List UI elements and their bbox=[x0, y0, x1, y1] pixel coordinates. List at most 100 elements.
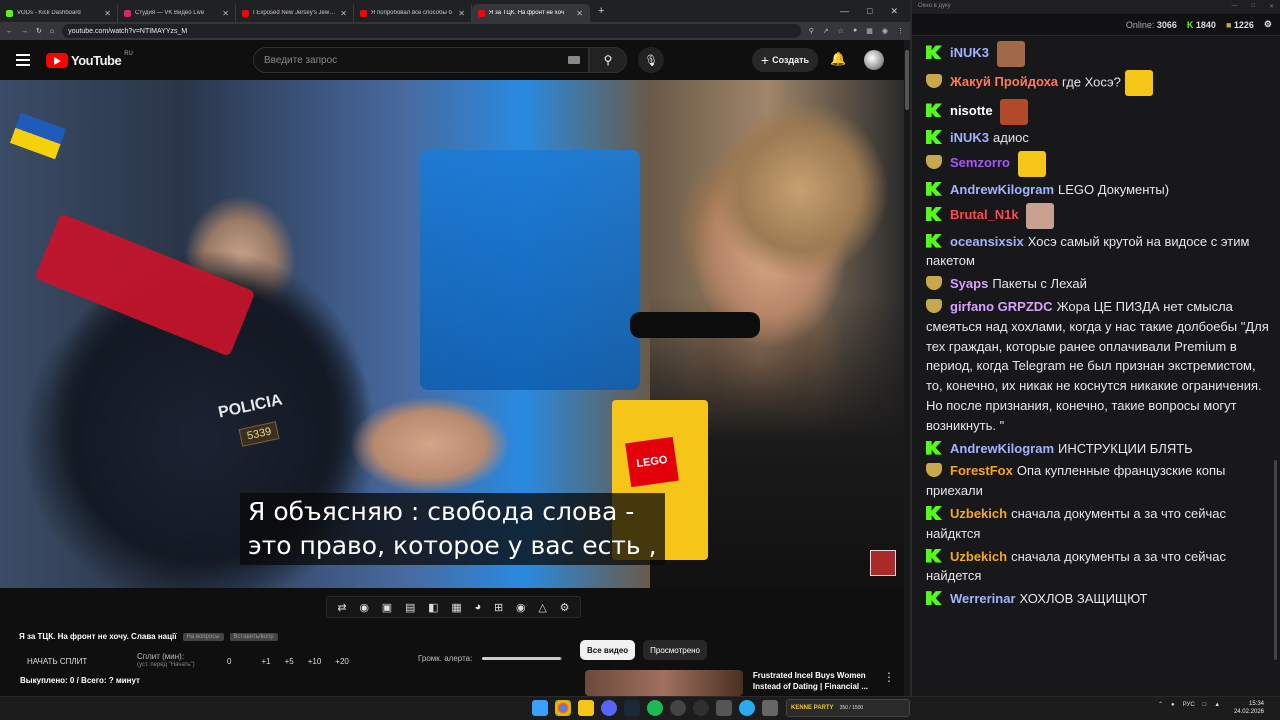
create-button[interactable]: + Создать bbox=[752, 48, 818, 72]
alert-volume-slider[interactable] bbox=[482, 657, 563, 660]
voice-search-button[interactable]: 🎙 bbox=[638, 47, 664, 73]
search-input[interactable]: Введите запрос bbox=[253, 47, 589, 73]
zoom-icon[interactable]: ⚲ bbox=[809, 27, 814, 35]
app-icon-7[interactable] bbox=[670, 700, 686, 716]
subtitles-icon[interactable]: ▦ bbox=[451, 601, 461, 614]
chat-username[interactable]: Semzorro bbox=[950, 155, 1010, 170]
recommended-video[interactable]: Frustrated Incel Buys Women Instead of D… bbox=[585, 670, 895, 696]
browser-tab[interactable]: Я за ТЦК. На фронт не хоч ✕ bbox=[472, 4, 590, 22]
title-chip-2[interactable]: Вставить/вопр bbox=[229, 632, 278, 641]
back-icon[interactable]: ← bbox=[6, 28, 13, 35]
tab-close-icon[interactable]: ✕ bbox=[222, 9, 229, 18]
chat-username[interactable]: AndrewKilogram bbox=[950, 182, 1054, 197]
audio-icon[interactable]: ◉ bbox=[359, 601, 369, 614]
filter-icon[interactable]: △ bbox=[538, 601, 546, 614]
home-icon[interactable]: ⌂ bbox=[50, 28, 54, 35]
avatar[interactable] bbox=[864, 50, 884, 70]
chat-username[interactable]: Жакуй Пройдоха bbox=[950, 74, 1058, 89]
star-icon[interactable]: ☆ bbox=[838, 27, 844, 35]
split-step-5[interactable]: +5 bbox=[285, 657, 294, 666]
recommended-thumbnail[interactable] bbox=[585, 670, 743, 696]
recommended-title[interactable]: Frustrated Incel Buys Women Instead of D… bbox=[753, 670, 873, 696]
app-icon-9[interactable] bbox=[716, 700, 732, 716]
chat-username[interactable]: iNUK3 bbox=[950, 130, 989, 145]
channel-watermark[interactable] bbox=[870, 550, 896, 576]
settings-gear-icon[interactable]: ⚙ bbox=[1264, 19, 1272, 30]
menu-hamburger-icon[interactable] bbox=[16, 54, 30, 66]
close-icon[interactable]: ✕ bbox=[890, 6, 898, 17]
start-icon[interactable] bbox=[532, 700, 548, 716]
chat-scrollbar[interactable] bbox=[1274, 40, 1278, 690]
keyboard-icon[interactable] bbox=[568, 56, 580, 64]
new-tab-button[interactable]: + bbox=[598, 5, 604, 17]
split-step-10[interactable]: +10 bbox=[308, 657, 322, 666]
obs-icon[interactable] bbox=[693, 700, 709, 716]
maximize-icon[interactable]: □ bbox=[867, 6, 872, 17]
browser-tab[interactable]: Студия — VK Видео Live ✕ bbox=[118, 4, 236, 22]
menu-icon[interactable]: ⋮ bbox=[897, 27, 904, 35]
scrollbar-thumb[interactable] bbox=[905, 50, 909, 110]
maximize-icon[interactable]: □ bbox=[1251, 3, 1255, 11]
chat-username[interactable]: girfano GRPZDC bbox=[950, 299, 1053, 314]
chat-username[interactable]: Uzbekich bbox=[950, 549, 1007, 564]
chat-username[interactable]: ForestFox bbox=[950, 463, 1013, 478]
forward-icon[interactable]: → bbox=[21, 28, 28, 35]
pip-icon[interactable]: ◧ bbox=[428, 601, 438, 614]
browser-tab[interactable]: I Exposed New Jersey's Jewish ✕ bbox=[236, 4, 354, 22]
chat-username[interactable]: Uzbekich bbox=[950, 506, 1007, 521]
share-icon[interactable]: ↗ bbox=[823, 27, 829, 35]
chat-username[interactable]: iNUK3 bbox=[950, 45, 989, 60]
start-split-button[interactable]: НАЧАТЬ СПЛИТ bbox=[27, 657, 137, 666]
minimize-icon[interactable]: — bbox=[1231, 3, 1237, 11]
volume-icon[interactable]: ▲ bbox=[1214, 702, 1220, 708]
chrome-icon[interactable] bbox=[555, 700, 571, 716]
search-button[interactable]: ⚲ bbox=[589, 47, 627, 73]
network-icon[interactable]: □ bbox=[1203, 702, 1207, 708]
screenshot-icon[interactable]: ◉ bbox=[516, 601, 526, 614]
minimize-icon[interactable]: — bbox=[840, 6, 849, 17]
browser-tab[interactable]: VODs - Kick Dashboard ✕ bbox=[0, 4, 118, 22]
url-field[interactable]: youtube.com/watch?v=NTIMAYYzs_M bbox=[62, 24, 801, 38]
video-player[interactable]: POLICIA 5339 LEGO Я объясняю : свобода с… bbox=[0, 80, 904, 588]
reload-icon[interactable]: ↻ bbox=[36, 27, 42, 35]
close-icon[interactable]: ✕ bbox=[1269, 3, 1274, 11]
ambient-icon[interactable]: ▣ bbox=[382, 601, 392, 614]
loop-icon[interactable]: ⇄ bbox=[337, 601, 346, 614]
chat-username[interactable]: nisotte bbox=[950, 103, 993, 118]
settings-gear-icon[interactable]: ⚙ bbox=[560, 601, 570, 614]
split-step-20[interactable]: +20 bbox=[335, 657, 349, 666]
title-chip-1[interactable]: На вопросы bbox=[182, 632, 224, 641]
split-step-1[interactable]: +1 bbox=[261, 657, 270, 666]
telegram-icon[interactable] bbox=[739, 700, 755, 716]
discord-icon[interactable] bbox=[601, 700, 617, 716]
extensions-puzzle-icon[interactable]: ▦ bbox=[866, 27, 873, 35]
chat-username[interactable]: Brutal_N1k bbox=[950, 207, 1019, 222]
chat-username[interactable]: Syaps bbox=[950, 276, 988, 291]
language-indicator[interactable]: РУС bbox=[1183, 702, 1195, 708]
mic-icon[interactable]: ● bbox=[1171, 702, 1175, 708]
film-icon[interactable]: ▤ bbox=[405, 601, 415, 614]
speed-icon[interactable]: ◕ bbox=[475, 601, 482, 613]
tab-close-icon[interactable]: ✕ bbox=[104, 9, 111, 18]
chat-scroll-thumb[interactable] bbox=[1274, 460, 1277, 660]
youtube-logo[interactable]: YouTube RU bbox=[46, 51, 133, 68]
tab-close-icon[interactable]: ✕ bbox=[458, 9, 465, 18]
tab-close-icon[interactable]: ✕ bbox=[340, 9, 347, 18]
explorer-icon[interactable] bbox=[578, 700, 594, 716]
profile-icon[interactable]: ◉ bbox=[882, 27, 888, 35]
tray-chevron-icon[interactable]: ⌃ bbox=[1158, 701, 1163, 708]
more-options-icon[interactable]: ⋮ bbox=[883, 670, 895, 696]
chat-username[interactable]: Werrerinar bbox=[950, 591, 1016, 606]
filter-all-videos[interactable]: Все видео bbox=[580, 640, 636, 660]
goal-widget[interactable]: KENNE PARTY 350 / 1500 bbox=[786, 699, 910, 717]
app-icon-11[interactable] bbox=[762, 700, 778, 716]
notifications-bell-icon[interactable]: 🔔 bbox=[830, 51, 846, 67]
steam-icon[interactable] bbox=[624, 700, 640, 716]
clock[interactable]: 15:34 24.02.2026 bbox=[1226, 700, 1264, 716]
chat-username[interactable]: oceansixsix bbox=[950, 234, 1024, 249]
extension-icon[interactable]: ● bbox=[853, 27, 857, 35]
add-box-icon[interactable]: ⊞ bbox=[494, 601, 503, 614]
spotify-icon[interactable] bbox=[647, 700, 663, 716]
browser-tab[interactable]: Я попробовал все способы б ✕ bbox=[354, 4, 472, 22]
filter-watched[interactable]: Просмотрено bbox=[643, 640, 708, 660]
